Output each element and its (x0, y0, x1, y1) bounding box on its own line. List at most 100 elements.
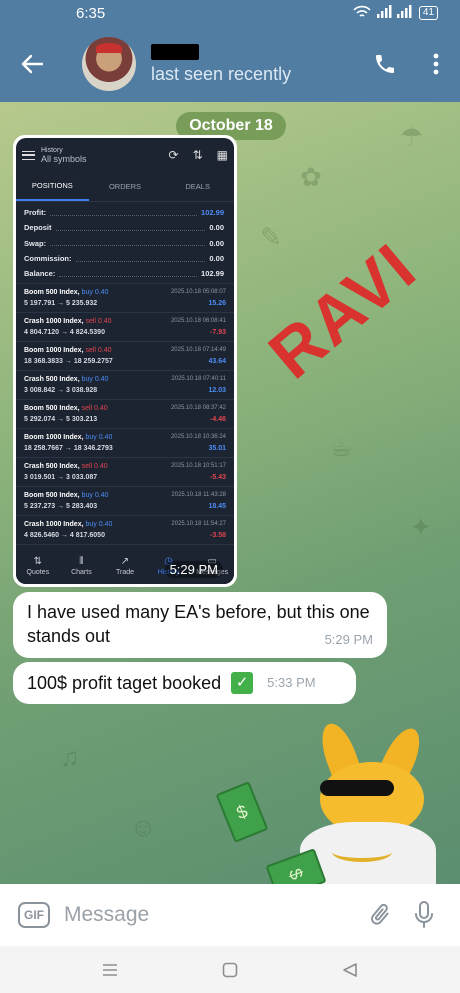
photo-timestamp: 5:29 PM (164, 561, 223, 578)
more-icon (433, 53, 439, 75)
trade-prices: 3 019.501 → 3 033.087 (24, 474, 98, 482)
quotes-icon: ⇅ (33, 556, 42, 567)
summary-value: 102.99 (201, 208, 224, 218)
trade-prices: 18 258.7667 → 18 346.2793 (24, 445, 113, 453)
tab-positions: POSITIONS (16, 172, 89, 201)
home-icon (222, 962, 238, 977)
trade-prices: 5 292.074 → 5 303.213 (24, 416, 98, 424)
trade-symbol: Crash 500 Index, (24, 463, 80, 471)
trade-time: 2025.10.18 10:36:24 (170, 434, 226, 441)
trade-row: Crash 1000 Index, buy 0.40 2025.10.18 11:… (16, 516, 234, 546)
summary-label: Commission: (24, 254, 72, 264)
back-button[interactable] (0, 26, 64, 102)
trade-prices: 4 826.5460 → 4 817.6050 (24, 532, 105, 540)
doodle-icon: ♫ (60, 742, 80, 772)
doodle-icon: ✦ (410, 512, 432, 542)
trade-time: 2025.10.18 07:40:11 (171, 376, 226, 383)
mt5-screenshot: History All symbols ⟳ ⇅ ▦ POSITIONS ORDE… (16, 138, 234, 584)
message-bubble[interactable]: 100$ profit taget booked ✓ 5:33 PM (13, 662, 356, 704)
chat-area[interactable]: ✿ ☂ ☕ ✦ ♫ ☺ ✎ October 18 History All sym… (0, 102, 460, 884)
system-back-button[interactable] (338, 958, 362, 982)
trade-direction: sell 0.40 (81, 405, 108, 413)
mt5-tabs: POSITIONS ORDERS DEALS (16, 172, 234, 202)
trade-time: 2025.10.18 10:51:17 (170, 463, 226, 470)
trade-prices: 18 368.3833 → 18 259.2757 (24, 358, 113, 366)
summary-label: Profit: (24, 208, 47, 218)
phone-icon (376, 55, 394, 73)
attach-button[interactable] (358, 893, 402, 937)
trade-direction: buy 0.40 (85, 521, 113, 529)
summary-value: 0.00 (209, 223, 224, 233)
last-seen-status: last seen recently (151, 63, 292, 84)
wifi-icon (353, 5, 371, 22)
trade-icon: ↗ (120, 556, 130, 567)
message-text: 100$ profit taget booked (27, 673, 222, 693)
status-time: 6:35 (76, 4, 106, 22)
trade-row: Crash 500 Index, buy 0.40 2025.10.18 07:4… (16, 371, 234, 401)
trade-symbol: Boom 1000 Index, (24, 434, 84, 442)
trade-prices: 4 804.7120 → 4 824.5390 (24, 329, 105, 337)
mt5-subtitle: All symbols (41, 153, 87, 164)
sunglasses-icon (320, 780, 394, 796)
more-options-button[interactable] (412, 26, 460, 102)
trade-row: Boom 1000 Index, sell 0.40 2025.10.18 07:… (16, 342, 234, 372)
tab-deals: DEALS (185, 182, 210, 191)
nav-trade: ↗ Trade (115, 556, 134, 576)
doodle-icon: ✿ (300, 162, 322, 192)
tab-orders: ORDERS (108, 182, 142, 191)
trade-row: Boom 500 Index, sell 0.40 2025.10.18 08:3… (16, 400, 234, 430)
trade-row: Crash 500 Index, sell 0.40 2025.10.18 10:… (16, 458, 234, 488)
summary-label: Deposit (24, 223, 52, 233)
money-icon: $ (215, 781, 269, 843)
trade-symbol: Crash 500 Index, (24, 376, 80, 384)
message-input[interactable] (64, 903, 358, 927)
mt5-title: History (41, 146, 63, 154)
calendar-icon: ▦ (216, 148, 228, 162)
trade-direction: buy 0.40 (81, 376, 109, 384)
trade-profit: -7.93 (210, 329, 226, 337)
nav-quotes: ⇅ Quotes (26, 556, 50, 576)
signal-icon (376, 5, 413, 21)
battery-icon: 41 (418, 6, 438, 20)
voice-record-button[interactable] (402, 893, 446, 937)
gif-button[interactable]: GIF (18, 902, 50, 928)
trade-prices: 5 237.273 → 5 283.403 (24, 503, 98, 511)
doodle-icon: ☕ (330, 432, 354, 462)
message-time: 5:29 PM (324, 632, 373, 647)
trade-time: 2025.10.18 11:43:28 (171, 492, 226, 499)
kangaroo-sticker[interactable]: $ $ (215, 718, 442, 884)
trade-symbol: Crash 1000 Index, (24, 318, 84, 326)
trade-profit: 18.45 (208, 503, 226, 511)
doodle-icon: ☺ (130, 812, 157, 842)
photo-message[interactable]: History All symbols ⟳ ⇅ ▦ POSITIONS ORDE… (13, 135, 237, 587)
system-nav-bar (0, 946, 460, 993)
trade-time: 2025.10.18 11:54:27 (171, 521, 226, 528)
call-button[interactable] (358, 26, 412, 102)
contact-info[interactable]: last seen recently (151, 43, 358, 85)
message-text: I have used many EA's before, but this o… (27, 602, 370, 646)
trade-direction: buy 0.40 (81, 492, 109, 500)
home-button[interactable] (218, 958, 242, 982)
doodle-icon: ✎ (260, 222, 282, 252)
recents-icon (103, 963, 117, 976)
trade-symbol: Boom 500 Index, (24, 405, 80, 413)
trade-symbol: Boom 500 Index, (24, 289, 80, 297)
charts-icon: ⫴ (79, 556, 84, 567)
status-icons: 41 (353, 5, 438, 22)
trade-prices: 5 197.791 → 5 235.932 (24, 300, 98, 308)
mt5-summary: Profit: 102.99 Deposit 0.00 Swap: 0.00 Comm… (16, 202, 234, 285)
avatar[interactable] (82, 37, 136, 91)
trade-time: 2025.10.18 08:37:42 (170, 405, 226, 412)
back-icon (343, 962, 357, 977)
trade-row: Boom 500 Index, buy 0.40 2025.10.18 11:43… (16, 487, 234, 517)
trade-direction: buy 0.40 (85, 434, 113, 442)
nav-charts: ⫴ Charts (71, 556, 92, 576)
trade-direction: buy 0.40 (81, 289, 109, 297)
trade-profit: -3.58 (210, 532, 226, 540)
status-bar: 6:35 41 (0, 0, 460, 26)
message-bubble[interactable]: I have used many EA's before, but this o… (13, 592, 387, 658)
summary-label: Swap: (24, 238, 47, 248)
recents-button[interactable] (98, 958, 122, 982)
trade-profit: -5.43 (210, 474, 226, 482)
trade-symbol: Boom 500 Index, (24, 492, 80, 500)
